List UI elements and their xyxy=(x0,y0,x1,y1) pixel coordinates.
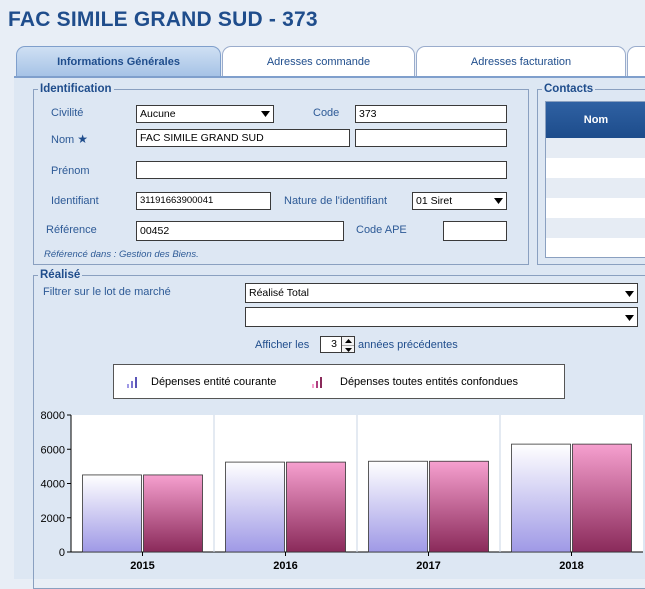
nature-identifiant-label: Nature de l'identifiant xyxy=(284,195,387,207)
tab-adresses-commande[interactable]: Adresses commande xyxy=(222,46,415,76)
prenom-label: Prénom xyxy=(51,165,90,177)
code-field[interactable]: 373 xyxy=(355,105,507,123)
x-tick-label: 2017 xyxy=(416,560,440,572)
identification-legend: Identification xyxy=(40,83,112,95)
tab-label: Informations Générales xyxy=(57,56,180,68)
years-spinner-buttons[interactable] xyxy=(342,336,355,353)
y-tick-label: 4000 xyxy=(41,479,65,491)
identifiant-value: 31191663900041 xyxy=(140,195,214,206)
reference-field[interactable]: 00452 xyxy=(136,221,344,241)
afficher-prefix: Afficher les xyxy=(255,339,310,351)
required-star-icon: ★ xyxy=(77,132,89,146)
code-value: 373 xyxy=(359,108,377,120)
bar-current[interactable] xyxy=(368,460,428,553)
contacts-legend: Contacts xyxy=(544,83,594,95)
identifiant-label: Identifiant xyxy=(51,195,99,207)
nom-field[interactable]: FAC SIMILE GRAND SUD xyxy=(136,129,350,147)
referenced-note: Référencé dans : Gestion des Biens. xyxy=(44,249,199,260)
years-value: 3 xyxy=(331,338,337,350)
bar-chart-icon xyxy=(312,376,324,391)
filter-lot-value: Réalisé Total xyxy=(249,287,309,299)
nom-label-text: Nom xyxy=(51,134,75,146)
y-tick-label: 6000 xyxy=(41,444,65,456)
nature-value: 01 Siret xyxy=(416,195,453,207)
chevron-down-icon[interactable] xyxy=(621,286,637,302)
bar-current[interactable] xyxy=(225,461,285,553)
chevron-down-icon[interactable] xyxy=(621,310,637,326)
realise-legend: Réalisé xyxy=(40,269,81,281)
bar-all[interactable] xyxy=(143,474,203,553)
y-tick-label: 2000 xyxy=(41,513,65,525)
chevron-down-icon[interactable] xyxy=(257,106,273,122)
contacts-empty-row[interactable] xyxy=(546,178,645,198)
tab-informations-generales[interactable]: Informations Générales xyxy=(16,46,221,76)
nom-label: Nom ★ xyxy=(51,132,88,146)
tab-label: Adresses commande xyxy=(266,56,371,68)
contacts-empty-row[interactable] xyxy=(546,138,645,158)
bar-all[interactable] xyxy=(572,443,632,553)
tab-adresses-facturation[interactable]: Adresses facturation xyxy=(416,46,626,76)
reference-value: 00452 xyxy=(140,225,170,237)
chevron-down-icon[interactable] xyxy=(490,193,506,209)
identifiant-field[interactable]: 31191663900041 xyxy=(136,192,271,210)
x-tick-label: 2015 xyxy=(130,560,154,572)
bar-all[interactable] xyxy=(429,460,489,553)
filter-lot-label: Filtrer sur le lot de marché xyxy=(43,286,171,298)
nom-value: FAC SIMILE GRAND SUD xyxy=(140,132,264,144)
reference-label: Référence xyxy=(46,224,97,236)
contacts-empty-row[interactable] xyxy=(546,158,645,178)
contacts-empty-row[interactable] xyxy=(546,198,645,218)
civilite-select[interactable]: Aucune xyxy=(136,105,274,123)
bar-chart-icon xyxy=(127,376,139,391)
chart-legend: Dépenses entité courante Dépenses toutes… xyxy=(113,364,565,399)
y-tick-label: 8000 xyxy=(41,410,65,422)
afficher-suffix: années précédentes xyxy=(358,339,458,351)
contacts-table: Nom xyxy=(545,101,645,258)
bar-current[interactable] xyxy=(82,474,142,553)
tab-label: Adresses facturation xyxy=(470,56,572,68)
code-ape-label: Code APE xyxy=(356,224,407,236)
filter-lot-secondary-select[interactable] xyxy=(245,307,638,327)
legend-all-label: Dépenses toutes entités confondues xyxy=(340,376,518,388)
tab-more[interactable] xyxy=(627,46,645,76)
contacts-empty-row[interactable] xyxy=(546,218,645,238)
bar-current[interactable] xyxy=(511,443,571,553)
years-spinner-field[interactable]: 3 xyxy=(320,336,342,353)
prenom-field[interactable] xyxy=(136,161,507,179)
x-tick-label: 2018 xyxy=(559,560,583,572)
y-tick-label: 0 xyxy=(59,547,65,559)
nature-identifiant-select[interactable]: 01 Siret xyxy=(412,192,507,210)
contacts-header-nom[interactable]: Nom xyxy=(546,102,645,138)
spinner-down-icon[interactable] xyxy=(342,346,354,353)
spinner-up-icon[interactable] xyxy=(342,337,354,346)
nom-secondary-field[interactable] xyxy=(355,129,507,147)
page-title: FAC SIMILE GRAND SUD - 373 xyxy=(8,8,318,31)
expenses-bar-chart: 0 2000 4000 6000 8000 2015 2016 2017 2018 xyxy=(41,410,643,572)
legend-current-label: Dépenses entité courante xyxy=(151,376,277,388)
bar-all[interactable] xyxy=(286,461,346,553)
filter-lot-select[interactable]: Réalisé Total xyxy=(245,283,638,303)
civilite-value: Aucune xyxy=(140,108,176,120)
code-ape-field[interactable] xyxy=(443,221,507,241)
code-label: Code xyxy=(313,107,340,119)
civilite-label: Civilité xyxy=(51,107,84,119)
x-tick-label: 2016 xyxy=(273,560,297,572)
